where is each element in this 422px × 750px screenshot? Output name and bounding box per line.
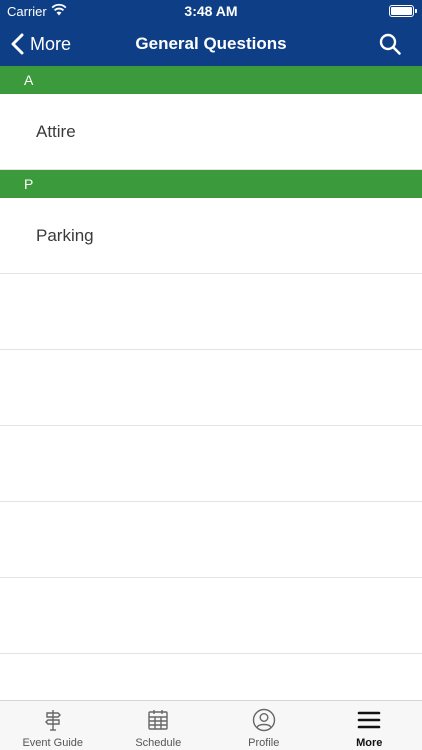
top-bar: Carrier 3:48 AM More General Questions	[0, 0, 422, 66]
empty-row	[0, 274, 422, 350]
empty-row	[0, 426, 422, 502]
empty-row	[0, 578, 422, 654]
tab-label: Event Guide	[22, 737, 84, 749]
status-time: 3:48 AM	[184, 3, 238, 19]
search-icon[interactable]	[378, 32, 402, 56]
menu-icon	[357, 711, 381, 729]
tab-bar: Event Guide Schedule Profile More	[0, 700, 422, 750]
tab-label: Profile	[248, 737, 280, 749]
tab-event-guide[interactable]: Event Guide	[0, 701, 106, 750]
tab-label: Schedule	[135, 737, 182, 749]
calendar-icon	[148, 710, 168, 730]
signpost-icon	[44, 710, 61, 731]
page-title: General Questions	[135, 34, 287, 53]
profile-icon	[252, 708, 275, 732]
status-bar: Carrier 3:48 AM	[0, 0, 422, 22]
section-header-p: P	[0, 170, 422, 198]
tab-more[interactable]: More	[317, 701, 422, 750]
list-item-attire[interactable]: Attire	[0, 94, 422, 170]
section-header-a: A	[0, 66, 422, 94]
list-item-parking[interactable]: Parking	[0, 198, 422, 274]
tab-schedule[interactable]: Schedule	[106, 701, 212, 750]
empty-row	[0, 502, 422, 578]
questions-list: A Attire P Parking	[0, 66, 422, 730]
navigation-bar: More General Questions	[0, 22, 422, 66]
tab-label: More	[356, 737, 383, 749]
empty-row	[0, 350, 422, 426]
tab-profile[interactable]: Profile	[211, 701, 317, 750]
battery-icon	[389, 5, 417, 17]
